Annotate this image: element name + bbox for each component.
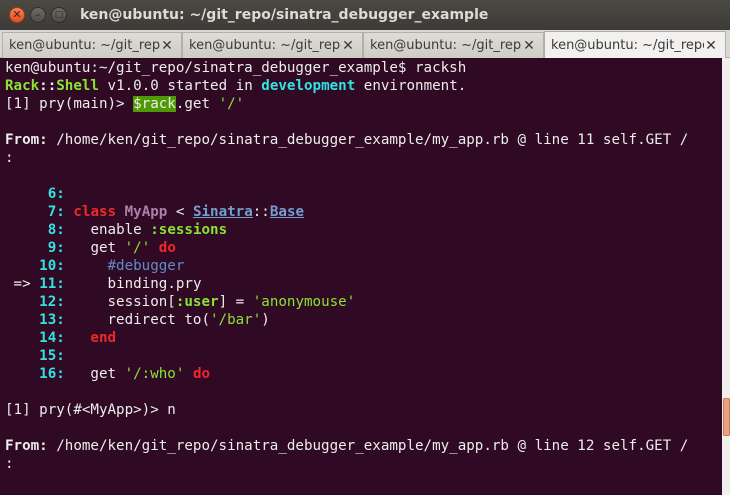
from-line-2: From: /home/ken/git_repo/sinatra_debugge… xyxy=(5,437,688,455)
terminal-scrollbar[interactable] xyxy=(722,58,730,495)
maximize-icon: □ xyxy=(54,10,64,20)
code-line-7: 7: class MyApp < Sinatra::Base xyxy=(5,203,304,221)
env-suffix: environment. xyxy=(355,78,467,94)
current-line-arrow: => xyxy=(13,276,31,292)
shell-token: Shell xyxy=(56,78,99,94)
sinatra-const: Sinatra xyxy=(192,204,253,220)
tab-bar: ken@ubuntu: ~/git_repo/sinatra ✕ ken@ubu… xyxy=(0,30,730,59)
line-number: 13: xyxy=(39,312,65,328)
tab-2[interactable]: ken@ubuntu: ~/git_repo/sinatra ✕ xyxy=(182,32,363,58)
pry-command-line: [1] pry(main)> $rack.get '/' xyxy=(5,95,244,113)
minimize-icon: – xyxy=(35,8,41,21)
tab-label: ken@ubuntu: ~/git_repo/sinatra xyxy=(189,38,341,53)
base-const: Base xyxy=(269,204,305,220)
from-line-1: From: /home/ken/git_repo/sinatra_debugge… xyxy=(5,131,688,149)
comment: #debugger xyxy=(73,258,185,274)
code-line-13: 13: redirect to('/bar') xyxy=(5,311,270,329)
terminal-window: ✕ – □ ken@ubuntu: ~/git_repo/sinatra_deb… xyxy=(0,0,730,495)
tab-label: ken@ubuntu: ~/git_repo/sinatra xyxy=(9,38,160,53)
tab-close-icon[interactable]: ✕ xyxy=(522,39,536,53)
line-number: 12: xyxy=(39,294,65,310)
from-location: /home/ken/git_repo/sinatra_debugger_exam… xyxy=(47,438,689,454)
scrollbar-thumb[interactable] xyxy=(723,398,730,436)
from-label: From: xyxy=(5,132,48,148)
started-text: v1.0.0 started in xyxy=(98,78,262,94)
path-string: '/' xyxy=(218,96,245,112)
pry-next-line: [1] pry(#<MyApp>)> n xyxy=(5,402,176,418)
tab-4-active[interactable]: ken@ubuntu: ~/git_repo/sinatra ✕ xyxy=(544,31,726,59)
line-number: 16: xyxy=(39,366,65,382)
tab-close-icon[interactable]: ✕ xyxy=(160,39,174,53)
line-number: 6: xyxy=(47,186,65,202)
rack-var: $rack xyxy=(133,96,176,112)
pager-colon-2: : xyxy=(5,456,14,472)
pager-colon-1: : xyxy=(5,150,14,166)
close-window-button[interactable]: ✕ xyxy=(9,7,25,23)
racksh-started-line: Rack::Shell v1.0.0 started in developmen… xyxy=(5,77,466,95)
get-call: .get xyxy=(175,96,219,112)
line-number: 8: xyxy=(47,222,65,238)
maximize-window-button[interactable]: □ xyxy=(51,7,67,23)
tab-1[interactable]: ken@ubuntu: ~/git_repo/sinatra ✕ xyxy=(2,32,182,58)
code-line-15: 15: xyxy=(5,347,65,365)
from-location: /home/ken/git_repo/sinatra_debugger_exam… xyxy=(47,132,689,148)
shell-prompt-line: ken@ubuntu:~/git_repo/sinatra_debugger_e… xyxy=(5,60,467,76)
code-line-6: 6: xyxy=(5,185,65,203)
tab-close-icon[interactable]: ✕ xyxy=(341,39,355,53)
from-label: From: xyxy=(5,438,48,454)
line-number: 7: xyxy=(47,204,65,220)
line-number: 10: xyxy=(39,258,65,274)
rack-token: Rack xyxy=(5,78,40,94)
tab-label: ken@ubuntu: ~/git_repo/sinatra xyxy=(551,38,704,53)
tab-close-icon[interactable]: ✕ xyxy=(704,39,718,53)
code-line-12: 12: session[:user] = 'anonymouse' xyxy=(5,293,355,311)
code-line-16: 16: get '/:who' do xyxy=(5,365,210,383)
code-line-14: 14: end xyxy=(5,329,116,347)
line-number: 9: xyxy=(47,240,65,256)
terminal-output[interactable]: ken@ubuntu:~/git_repo/sinatra_debugger_e… xyxy=(0,58,722,495)
sessions-symbol: :sessions xyxy=(150,222,228,238)
close-icon: ✕ xyxy=(12,8,22,21)
line-number: 14: xyxy=(39,330,65,346)
env-token: development xyxy=(261,78,356,94)
window-title: ken@ubuntu: ~/git_repo/sinatra_debugger_… xyxy=(80,7,489,23)
tab-label: ken@ubuntu: ~/git_repo/sinatra xyxy=(370,38,522,53)
class-name: MyApp xyxy=(124,204,168,220)
class-keyword: class xyxy=(73,204,117,220)
code-line-10: 10: #debugger xyxy=(5,257,184,275)
pry-prompt: [1] pry(main)> xyxy=(5,96,134,112)
code-line-8: 8: enable :sessions xyxy=(5,221,227,239)
scope-token: :: xyxy=(39,78,57,94)
minimize-window-button[interactable]: – xyxy=(30,7,46,23)
code-line-11-current: => 11: binding.pry xyxy=(13,276,202,292)
code-line-9: 9: get '/' do xyxy=(5,239,176,257)
line-number: 15: xyxy=(39,348,65,364)
title-bar[interactable]: ✕ – □ ken@ubuntu: ~/git_repo/sinatra_deb… xyxy=(0,0,730,30)
tab-3[interactable]: ken@ubuntu: ~/git_repo/sinatra ✕ xyxy=(363,32,544,58)
